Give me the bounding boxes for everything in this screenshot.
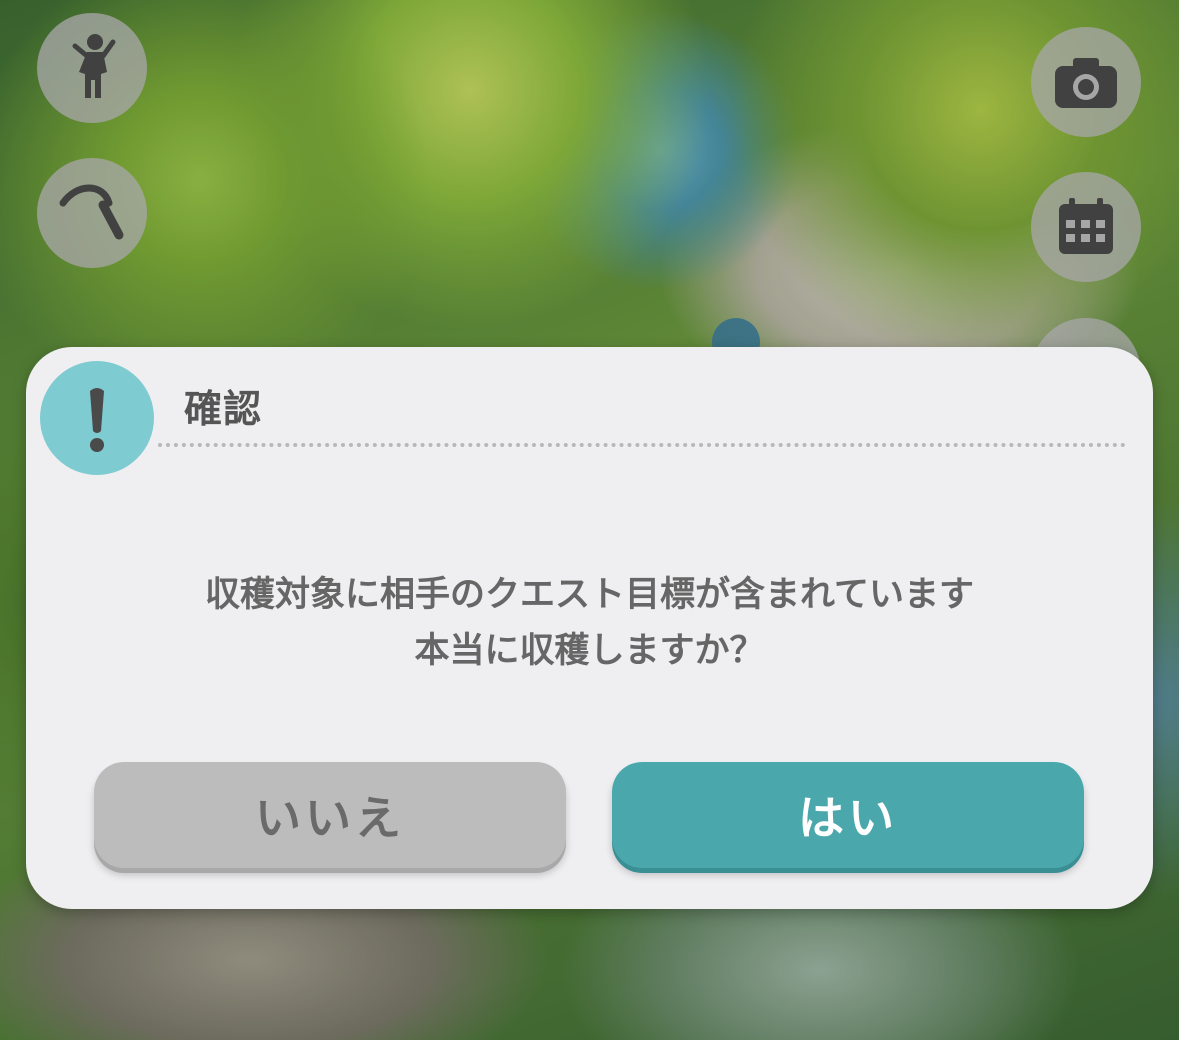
title-divider bbox=[158, 443, 1126, 447]
yes-button[interactable]: はい bbox=[612, 762, 1084, 868]
yes-button-label: はい bbox=[798, 791, 898, 845]
dialog-message-line2: 本当に収穫しますか？ bbox=[414, 631, 765, 671]
dialog-message-line1: 収穫対象に相手のクエスト目標が含まれています bbox=[205, 575, 974, 615]
no-button-label: いいえ bbox=[255, 791, 405, 845]
no-button[interactable]: いいえ bbox=[94, 762, 566, 868]
alert-icon bbox=[40, 361, 154, 475]
dialog-title: 確認 bbox=[184, 387, 263, 431]
